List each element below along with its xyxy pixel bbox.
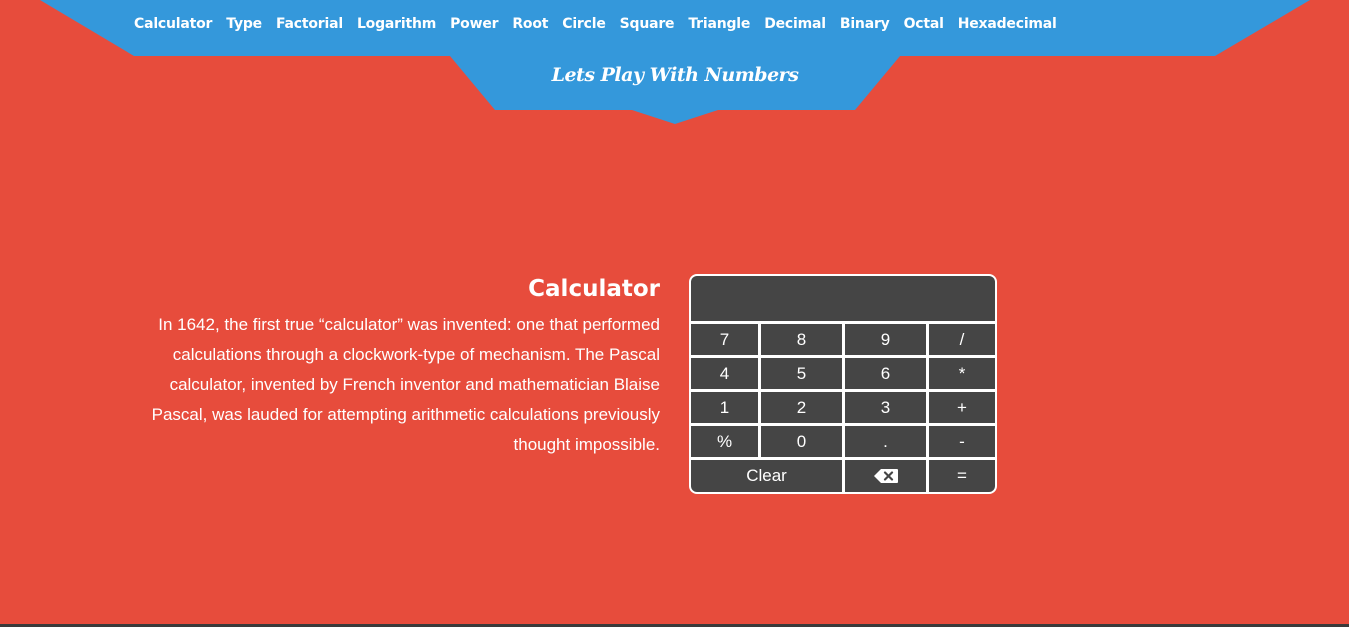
nav-link-calculator[interactable]: Calculator: [134, 16, 212, 32]
calculator-info: Calculator In 1642, the first true “calc…: [110, 274, 660, 460]
key-1[interactable]: 1: [691, 392, 758, 423]
main-nav: Calculator Type Factorial Logarithm Powe…: [134, 16, 1071, 32]
key-add[interactable]: +: [929, 392, 995, 423]
key-divide[interactable]: /: [929, 324, 995, 355]
key-3[interactable]: 3: [845, 392, 926, 423]
key-subtract[interactable]: -: [929, 426, 995, 457]
section-description: In 1642, the first true “calculator” was…: [151, 315, 660, 454]
key-equals[interactable]: =: [929, 460, 995, 492]
key-5[interactable]: 5: [761, 358, 842, 389]
nav-link-octal[interactable]: Octal: [904, 16, 944, 32]
nav-link-factorial[interactable]: Factorial: [276, 16, 343, 32]
nav-link-decimal[interactable]: Decimal: [764, 16, 826, 32]
nav-link-power[interactable]: Power: [450, 16, 498, 32]
backspace-icon: [873, 469, 898, 483]
key-backspace[interactable]: [845, 460, 926, 492]
site-tagline: Lets Play With Numbers: [551, 64, 799, 86]
nav-link-binary[interactable]: Binary: [840, 16, 890, 32]
nav-link-triangle[interactable]: Triangle: [688, 16, 750, 32]
key-4[interactable]: 4: [691, 358, 758, 389]
nav-link-type[interactable]: Type: [226, 16, 262, 32]
key-decimal-point[interactable]: .: [845, 426, 926, 457]
key-8[interactable]: 8: [761, 324, 842, 355]
key-0[interactable]: 0: [761, 426, 842, 457]
nav-link-circle[interactable]: Circle: [562, 16, 606, 32]
nav-link-square[interactable]: Square: [620, 16, 675, 32]
nav-link-root[interactable]: Root: [512, 16, 548, 32]
key-6[interactable]: 6: [845, 358, 926, 389]
calculator-widget: 7 8 9 / 4 5 6 * 1 2 3 + % 0 . - Clear =: [689, 274, 997, 494]
key-2[interactable]: 2: [761, 392, 842, 423]
key-percent[interactable]: %: [691, 426, 758, 457]
section-title: Calculator: [528, 276, 660, 302]
key-multiply[interactable]: *: [929, 358, 995, 389]
key-9[interactable]: 9: [845, 324, 926, 355]
nav-link-logarithm[interactable]: Logarithm: [357, 16, 436, 32]
nav-link-hexadecimal[interactable]: Hexadecimal: [958, 16, 1057, 32]
key-7[interactable]: 7: [691, 324, 758, 355]
key-clear[interactable]: Clear: [691, 460, 842, 492]
calculator-display: [691, 276, 995, 321]
